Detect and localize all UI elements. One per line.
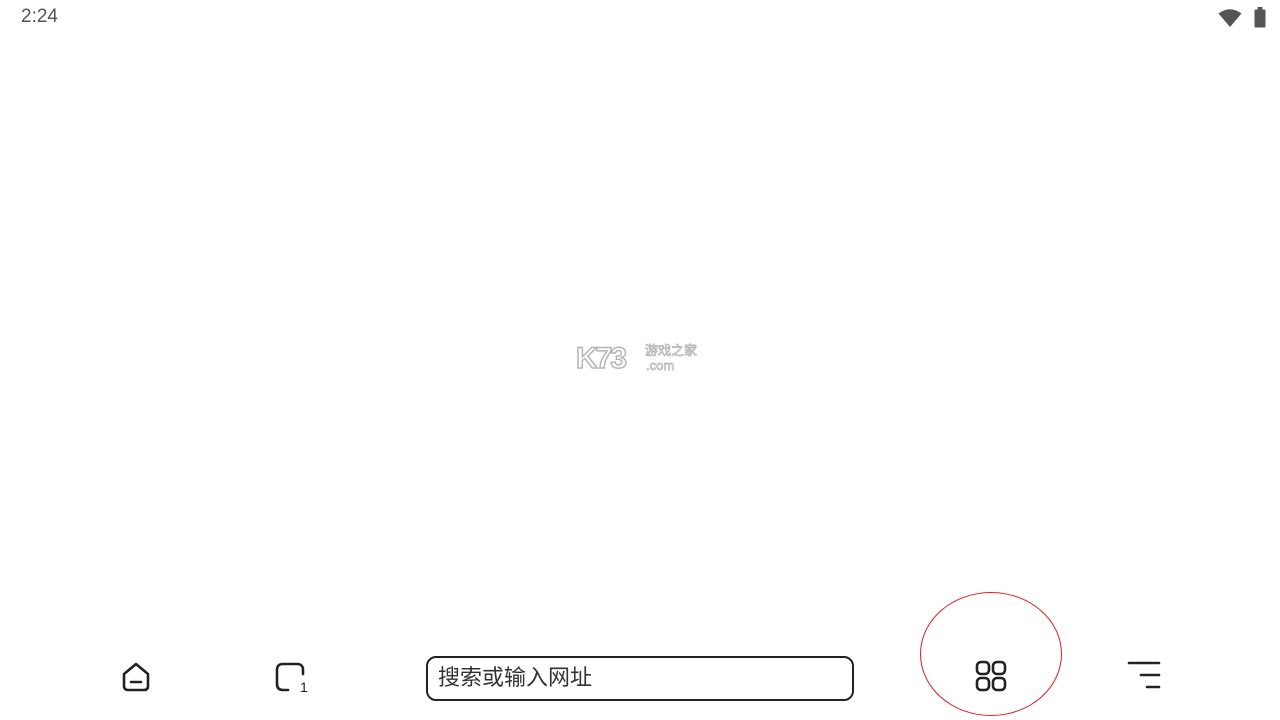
search-bar[interactable]: [426, 656, 854, 701]
menu-icon: [1127, 659, 1161, 697]
search-input[interactable]: [438, 662, 838, 694]
watermark-k73: K73: [575, 341, 628, 376]
home-button[interactable]: [112, 655, 160, 703]
apps-button[interactable]: [967, 654, 1015, 702]
watermark-logo: K73 游戏之家 .com: [575, 341, 706, 376]
menu-button[interactable]: [1120, 654, 1168, 702]
status-icons: [1218, 7, 1266, 32]
apps-grid-icon: [974, 659, 1008, 697]
watermark-com-text: .com: [646, 358, 675, 373]
tabs-count: 1: [300, 679, 308, 695]
status-time: 2:24: [21, 6, 58, 27]
home-icon: [119, 660, 153, 698]
watermark-cn-text: 游戏之家: [645, 344, 698, 359]
wifi-icon: [1218, 8, 1242, 32]
status-bar: 2:24: [0, 0, 1280, 36]
battery-icon: [1254, 7, 1266, 32]
